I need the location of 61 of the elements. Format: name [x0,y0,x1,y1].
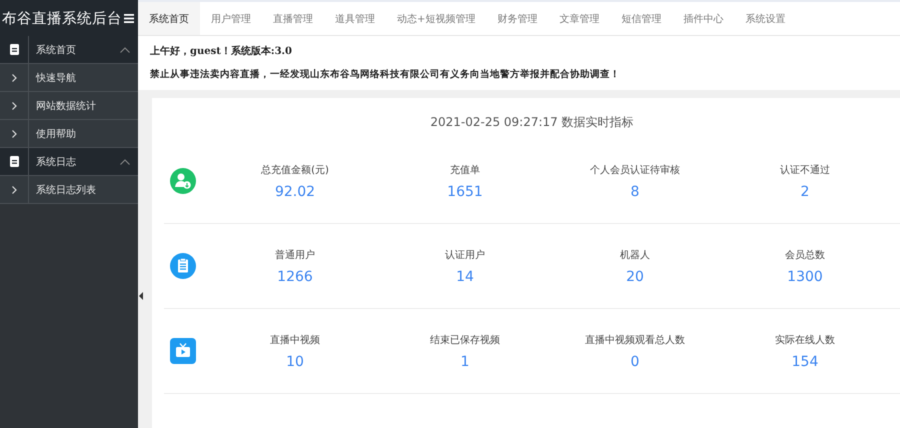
stat-value: 1300 [787,268,823,284]
nav-tab[interactable]: 插件中心 [672,2,734,35]
stat-value: 92.02 [274,184,316,200]
nav-tab[interactable]: 直播管理 [262,2,324,35]
sidebar-item[interactable]: 使用帮助 [0,120,138,148]
app-title: 布谷直播系统后台 [2,10,122,28]
user-download-icon [170,168,196,194]
document-icon [10,44,18,55]
collapse-arrow-icon[interactable] [139,292,143,300]
nav-tab[interactable]: 动态+短视频管理 [386,2,486,35]
chevron-right-icon [12,74,16,82]
nav-tab[interactable]: 系统首页 [138,2,200,35]
chevron-right-icon [12,130,16,138]
stat-label: 结束已保存视频 [430,334,500,346]
group-label: 系统日志 [35,156,77,168]
stat-value: 8 [630,184,640,200]
group-label: 系统首页 [35,44,77,56]
document-icon [10,156,18,167]
stat-label: 会员总数 [785,248,825,262]
nav-tab[interactable]: 文章管理 [548,2,610,35]
nav-tab[interactable]: 用户管理 [200,2,262,35]
sidebar-item[interactable]: 网站数据统计 [0,92,138,120]
chevron-right-icon [12,186,16,194]
stat-value: 154 [792,354,818,370]
notice-text: 禁止从事违法卖内容直播，一经发现山东布谷鸟网络科技有限公司有义务向当地警方举报并配合协助调查！ [150,68,621,81]
stat-value: 0 [630,354,640,370]
item-label: 使用帮助 [35,128,77,140]
stat-value: 1651 [447,184,483,200]
clipboard-icon [170,253,196,279]
tv-icon [170,338,196,364]
item-label: 快速导航 [34,72,77,84]
stat-label: 直播中视频 [270,334,320,346]
greeting-text: 上午好，guest！系统版本:3.0 [150,44,293,58]
sidebar-group[interactable]: 系统首页 [0,36,138,64]
stat-label: 个人会员认证待审核 [590,164,680,176]
stat-label: 机器人 [620,248,650,262]
chevron-right-icon [12,102,16,110]
nav-tab[interactable]: 道具管理 [324,2,386,35]
sidebar-item[interactable]: 系统日志列表 [0,176,138,204]
stat-label: 认证不通过 [780,164,830,176]
menu-icon[interactable] [124,14,134,22]
stat-value: 14 [456,268,474,284]
nav-tab[interactable]: 短信管理 [610,2,672,35]
stat-value: 1 [460,354,470,370]
item-label: 系统日志列表 [35,184,97,196]
sidebar-item[interactable]: 快速导航 [0,64,138,92]
stat-value: 10 [286,354,304,370]
stat-value: 2 [800,184,810,200]
item-label: 网站数据统计 [35,100,97,112]
stat-value: 20 [626,268,644,284]
stat-label: 充值单 [450,164,480,176]
stats-title: 2021-02-25 09:27:17 数据实时指标 [429,114,635,131]
stat-label: 直播中视频观看总人数 [585,334,685,346]
stat-label: 总充值金额(元) [261,164,329,176]
stat-label: 实际在线人数 [775,334,835,346]
stat-label: 认证用户 [445,248,485,262]
sidebar-group[interactable]: 系统日志 [0,148,138,176]
stat-value: 1266 [277,268,313,284]
nav-tab[interactable]: 系统设置 [734,2,796,35]
stat-label: 普通用户 [275,248,315,262]
nav-tab[interactable]: 财务管理 [486,2,548,35]
